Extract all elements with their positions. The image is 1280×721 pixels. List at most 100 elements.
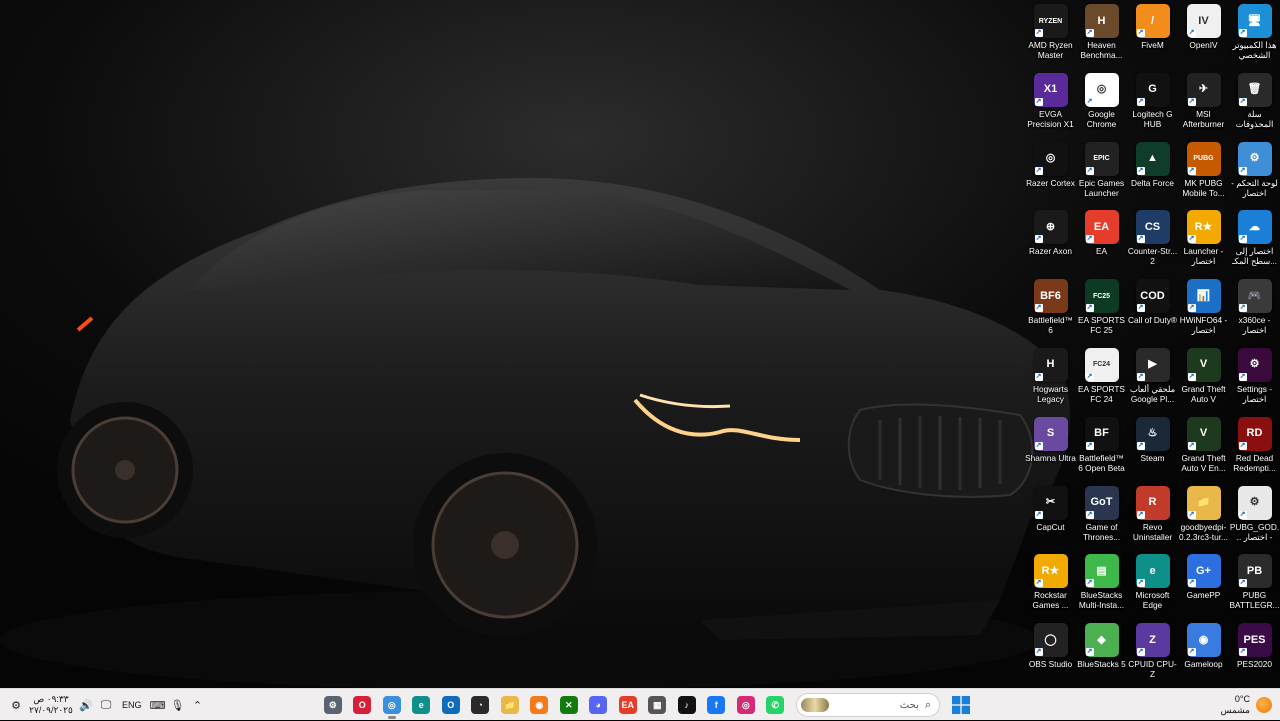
desktop-shortcut[interactable]: ☁ ↗ اختصار إلى سطح المكـ...: [1229, 206, 1280, 275]
icon-glyph: V: [1199, 427, 1208, 440]
desktop-shortcut[interactable]: EPIC ↗ Epic Games Launcher: [1076, 138, 1127, 207]
desktop-shortcut[interactable]: ◯ ↗ OBS Studio: [1025, 619, 1076, 688]
desktop-shortcut[interactable]: ✂ ↗ CapCut: [1025, 482, 1076, 551]
network-icon[interactable]: 🖵: [96, 689, 116, 721]
desktop-shortcut[interactable]: Z ↗ CPUID CPU-Z: [1127, 619, 1178, 688]
desktop-shortcut-label: Shamna Ultra: [1025, 452, 1076, 463]
desktop-shortcut[interactable]: ▲ ↗ Delta Force: [1127, 138, 1178, 207]
shortcut-arrow-icon: ↗: [1136, 510, 1145, 519]
desktop-shortcut[interactable]: GoT ↗ Game of Thrones...: [1076, 482, 1127, 551]
taskbar-app-button[interactable]: ▦: [643, 689, 673, 721]
icon-glyph: ▶: [1148, 358, 1157, 371]
desktop-shortcut[interactable]: EA ↗ EA: [1076, 206, 1127, 275]
desktop-shortcut[interactable]: PB ↗ PUBG BATTLEGR...: [1229, 550, 1280, 619]
desktop-shortcut[interactable]: ▶ ↗ ملحقي ألعاب Google Pl...: [1127, 344, 1178, 413]
clock[interactable]: ٠٩:٣٣ ص ٢٧/٠٩/٢٠٢٥: [26, 689, 76, 721]
taskbar-app-button[interactable]: O: [348, 689, 378, 721]
desktop-shortcut[interactable]: 🎮 ↗ x360ce - اختصار: [1229, 275, 1280, 344]
desktop-shortcut[interactable]: CS ↗ Counter-Str... 2: [1127, 206, 1178, 275]
desktop-shortcut[interactable]: R ↗ Revo Uninstaller: [1127, 482, 1178, 551]
desktop-shortcut[interactable]: FC25 ↗ EA SPORTS FC 25: [1076, 275, 1127, 344]
desktop-shortcut[interactable]: RYZEN ↗ AMD Ryzen Master: [1025, 0, 1076, 69]
language-indicator[interactable]: ENG: [116, 689, 148, 721]
desktop-shortcut[interactable]: ⚙ ↗ لوحة التحكم - اختصار: [1229, 138, 1280, 207]
taskbar-app-button[interactable]: e: [407, 689, 437, 721]
taskbar-app-button[interactable]: ⚙: [318, 689, 348, 721]
desktop-shortcut[interactable]: ⚙ ↗ PUBG_GOD... اختصار -: [1229, 482, 1280, 551]
desktop-shortcut[interactable]: 📊 ↗ HWiNFO64 - اختصار: [1178, 275, 1229, 344]
taskbar-search-box[interactable]: بحث ⌕: [796, 693, 940, 717]
desktop-shortcut[interactable]: H ↗ Heaven Benchma...: [1076, 0, 1127, 69]
desktop-shortcut[interactable]: BF ↗ Battlefield™ 6 Open Beta: [1076, 413, 1127, 482]
desktop-shortcut[interactable]: G+ ↗ GamePP: [1178, 550, 1229, 619]
start-button[interactable]: [946, 689, 976, 721]
desktop-shortcut[interactable]: RD ↗ Red Dead Redempti...: [1229, 413, 1280, 482]
icon-glyph: Z: [1149, 633, 1156, 646]
desktop-shortcut[interactable]: V ↗ Grand Theft Auto V: [1178, 344, 1229, 413]
taskbar-app-button[interactable]: f: [702, 689, 732, 721]
desktop-shortcut[interactable]: ▤ ↗ BlueStacks Multi-Insta...: [1076, 550, 1127, 619]
desktop-shortcut[interactable]: R★ ↗ Rockstar Games ...: [1025, 550, 1076, 619]
desktop-shortcut[interactable]: BF6 ↗ Battlefield™ 6: [1025, 275, 1076, 344]
chevron-up-icon[interactable]: ⌃: [188, 689, 208, 721]
desktop-shortcut[interactable]: ⚙ ↗ Settings - اختصار: [1229, 344, 1280, 413]
control-panel-icon: ⚙ ↗: [1237, 141, 1272, 176]
desktop-shortcut[interactable]: H ↗ Hogwarts Legacy: [1025, 344, 1076, 413]
desktop-shortcut[interactable]: V ↗ Grand Theft Auto V En...: [1178, 413, 1229, 482]
xbox-icon: ✕: [559, 696, 578, 714]
settings-tray-icon[interactable]: ⚙: [6, 689, 26, 721]
desktop-shortcut[interactable]: ◎ ↗ Razer Cortex: [1025, 138, 1076, 207]
microphone-icon[interactable]: 🎙: [168, 689, 188, 721]
search-placeholder: بحث: [899, 699, 919, 711]
taskbar-app-button[interactable]: ✕: [554, 689, 584, 721]
desktop-shortcut[interactable]: 🗑 ↗ سلة المحذوفات: [1229, 69, 1280, 138]
weather-widget[interactable]: 0°C مشمس: [1220, 689, 1272, 721]
taskbar-app-button[interactable]: EA: [613, 689, 643, 721]
keyboard-icon[interactable]: ⌨: [148, 689, 168, 721]
desktop-shortcut[interactable]: S ↗ Shamna Ultra: [1025, 413, 1076, 482]
icon-glyph: 🎮: [1247, 289, 1262, 302]
desktop-shortcut[interactable]: / ↗ FiveM: [1127, 0, 1178, 69]
icon-glyph: COD: [1140, 289, 1165, 302]
volume-icon[interactable]: 🔊: [76, 689, 96, 721]
shortcut-arrow-icon: ↗: [1034, 510, 1043, 519]
desktop-shortcut[interactable]: X1 ↗ EVGA Precision X1: [1025, 69, 1076, 138]
taskbar-app-button[interactable]: ◎: [377, 689, 407, 721]
icon-glyph: G+: [1196, 564, 1211, 577]
desktop-shortcut[interactable]: e ↗ Microsoft Edge: [1127, 550, 1178, 619]
desktop-shortcut[interactable]: G ↗ Logitech G HUB: [1127, 69, 1178, 138]
desktop-shortcut[interactable]: ◉ ↗ Gameloop: [1178, 619, 1229, 688]
desktop-shortcut[interactable]: IV ↗ OpenIV: [1178, 0, 1229, 69]
desktop-shortcut[interactable]: R★ ↗ Launcher - اختصار: [1178, 206, 1229, 275]
icon-glyph: FC24: [1092, 361, 1111, 369]
taskbar-app-button[interactable]: ✆: [761, 689, 791, 721]
desktop-shortcut[interactable]: PES ↗ PES2020: [1229, 619, 1280, 688]
taskbar-app-button[interactable]: O: [436, 689, 466, 721]
taskbar-app-button[interactable]: ◎: [731, 689, 761, 721]
desktop-shortcut[interactable]: ◎ ↗ Google Chrome: [1076, 69, 1127, 138]
onedrive-icon: ☁ ↗: [1237, 210, 1272, 245]
ryzen-master-icon: RYZEN ↗: [1033, 4, 1068, 38]
icon-glyph: 🗑: [1247, 83, 1262, 96]
desktop-shortcut[interactable]: ♨ ↗ Steam: [1127, 413, 1178, 482]
shortcut-arrow-icon: ↗: [1238, 29, 1247, 37]
shortcut-arrow-icon: ↗: [1085, 29, 1094, 37]
taskbar-app-button[interactable]: ◉: [525, 689, 555, 721]
taskbar-app-button[interactable]: ♪: [672, 689, 702, 721]
desktop-shortcut-label: Revo Uninstaller: [1132, 521, 1173, 542]
desktop-shortcut[interactable]: 🖥 ↗ هذا الكمبيوتر الشخصي: [1229, 0, 1280, 69]
desktop-shortcut-label: AMD Ryzen Master: [1028, 40, 1073, 60]
desktop-shortcut[interactable]: ◆ ↗ BlueStacks 5: [1076, 619, 1127, 688]
desktop-shortcut[interactable]: ⊕ ↗ Razer Axon: [1025, 206, 1076, 275]
desktop-shortcut[interactable]: ✈ ↗ MSI Afterburner: [1178, 69, 1229, 138]
desktop-shortcut[interactable]: PUBG ↗ MK PUBG Mobile To...: [1178, 138, 1229, 207]
desktop-shortcut[interactable]: COD ↗ Call of Duty®: [1127, 275, 1178, 344]
taskbar-app-button[interactable]: ◕: [584, 689, 614, 721]
clock-time: ٠٩:٣٣ ص: [33, 694, 69, 704]
shortcut-arrow-icon: ↗: [1034, 441, 1043, 450]
icon-glyph: R★: [1041, 564, 1060, 577]
taskbar-app-button[interactable]: 📁: [495, 689, 525, 721]
desktop-shortcut[interactable]: FC24 ↗ EA SPORTS FC 24: [1076, 344, 1127, 413]
taskbar-app-button[interactable]: ◔: [466, 689, 496, 721]
desktop-shortcut[interactable]: 📁 ↗ goodbyedpi-0.2.3rc3-tur...: [1178, 482, 1229, 551]
